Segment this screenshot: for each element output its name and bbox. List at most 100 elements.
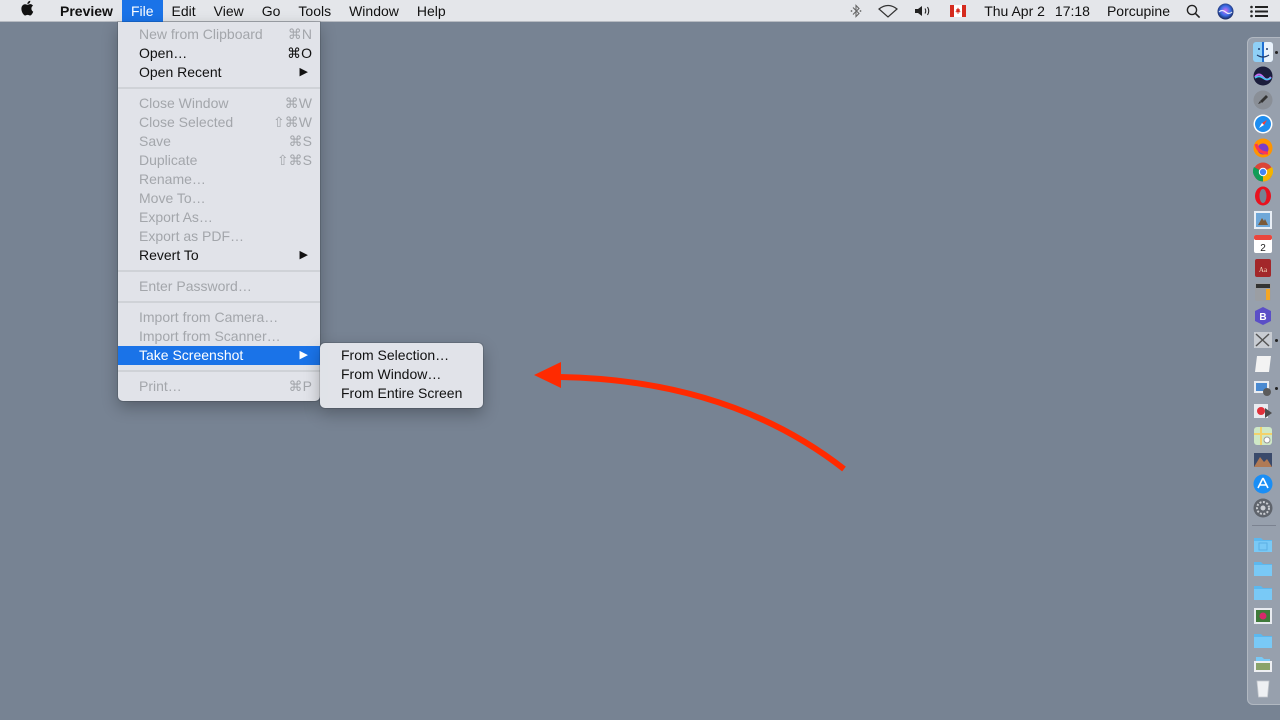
shortcut: ⌘W <box>284 95 312 111</box>
dock-photo-stack[interactable] <box>1253 606 1273 626</box>
menu-item-export-as[interactable]: Export As… <box>118 208 320 227</box>
notification-center-icon[interactable] <box>1242 0 1280 22</box>
menu-item-label: Export As… <box>139 209 213 225</box>
running-indicator <box>1275 51 1278 54</box>
shortcut: ⌘O <box>287 45 312 61</box>
menu-item-move-to[interactable]: Move To… <box>118 189 320 208</box>
dock-folder-generic[interactable] <box>1253 630 1273 650</box>
menu-item-take-screenshot[interactable]: Take Screenshot ▶ <box>118 346 320 365</box>
menu-item-new-from-clipboard[interactable]: New from Clipboard ⌘N <box>118 25 320 44</box>
menu-item-close-selected[interactable]: Close Selected ⇧⌘W <box>118 113 320 132</box>
preview-image-icon <box>1254 211 1272 229</box>
menu-item-label: Save <box>139 133 171 149</box>
submenu-arrow-icon: ▶ <box>299 249 308 261</box>
chrome-icon <box>1253 162 1273 182</box>
dock-safari[interactable] <box>1253 114 1273 134</box>
menu-item-label: Close Selected <box>139 114 234 130</box>
dock-folder-downloads[interactable] <box>1253 582 1273 602</box>
clock-date[interactable]: Thu Apr 2 <box>974 0 1050 22</box>
dock-opera[interactable] <box>1253 186 1273 206</box>
dock-separator <box>1252 525 1276 526</box>
menu-item-label: New from Clipboard <box>139 26 263 42</box>
dock-bbedit[interactable]: B <box>1253 306 1273 326</box>
submenu-arrow-icon: ▶ <box>299 349 308 361</box>
dock-maps[interactable] <box>1253 426 1273 446</box>
menu-item-import-from-scanner[interactable]: Import from Scanner… <box>118 327 320 346</box>
dock-calendar[interactable]: 2 <box>1253 234 1273 254</box>
dock-app-store[interactable] <box>1253 474 1273 494</box>
menu-item-open[interactable]: Open… ⌘O <box>118 44 320 63</box>
preview-icon <box>1254 381 1271 396</box>
running-indicator <box>1275 339 1278 342</box>
spotlight-search-icon[interactable] <box>1178 0 1209 22</box>
menu-item-label: Open… <box>139 45 188 61</box>
annotation-arrow-head <box>534 362 561 388</box>
app-store-icon <box>1253 474 1273 494</box>
menu-item-revert-to[interactable]: Revert To ▶ <box>118 246 320 265</box>
dock-preview[interactable] <box>1253 378 1278 398</box>
menu-item-print[interactable]: Print… ⌘P <box>118 377 320 396</box>
dock-screenshot-utility[interactable] <box>1253 330 1278 350</box>
app-menu-preview[interactable]: Preview <box>48 0 122 22</box>
menu-item-import-from-camera[interactable]: Import from Camera… <box>118 308 320 327</box>
menu-item-rename[interactable]: Rename… <box>118 170 320 189</box>
menu-view[interactable]: View <box>205 0 253 22</box>
menu-edit[interactable]: Edit <box>163 0 205 22</box>
finder-icon <box>1253 42 1273 62</box>
volume-icon[interactable] <box>906 0 942 22</box>
user-name[interactable]: Porcupine <box>1095 0 1178 22</box>
dock-textedit[interactable] <box>1253 354 1273 374</box>
dock-photos-library[interactable] <box>1253 450 1273 470</box>
menu-item-close-window[interactable]: Close Window ⌘W <box>118 94 320 113</box>
menu-item-label: Duplicate <box>139 152 198 168</box>
dock-calculator[interactable] <box>1253 282 1273 302</box>
dock-firefox[interactable] <box>1253 138 1273 158</box>
system-preferences-icon <box>1253 498 1273 518</box>
dock-folder-applications[interactable] <box>1253 534 1273 554</box>
safari-icon <box>1253 114 1273 134</box>
clock-time[interactable]: 17:18 <box>1050 0 1095 22</box>
shortcut: ⌘S <box>288 133 312 149</box>
trash-icon <box>1256 680 1270 698</box>
menu-item-open-recent[interactable]: Open Recent ▶ <box>118 63 320 82</box>
siri-icon <box>1253 66 1273 86</box>
dock-trash[interactable] <box>1253 678 1273 698</box>
submenu-arrow-icon: ▶ <box>299 66 308 78</box>
apple-menu[interactable] <box>0 0 48 22</box>
bluetooth-icon[interactable] <box>842 0 870 22</box>
dock-image-capture[interactable] <box>1253 402 1273 422</box>
menu-tools[interactable]: Tools <box>289 0 340 22</box>
menu-file[interactable]: File <box>121 0 163 22</box>
running-indicator <box>1275 387 1278 390</box>
submenu-item-from-entire-screen[interactable]: From Entire Screen <box>320 384 483 403</box>
dock-folder-pictures[interactable] <box>1253 654 1273 674</box>
dock-system-preferences[interactable] <box>1253 498 1273 518</box>
file-menu: New from Clipboard ⌘N Open… ⌘O Open Recent… <box>118 22 320 401</box>
folder-icon <box>1254 538 1272 552</box>
shortcut: ⇧⌘W <box>273 114 312 130</box>
menu-separator <box>118 82 320 94</box>
dock-chrome[interactable] <box>1253 162 1273 182</box>
siri-icon[interactable] <box>1209 0 1242 22</box>
menu-go[interactable]: Go <box>253 0 290 22</box>
submenu-item-from-selection[interactable]: From Selection… <box>320 346 483 365</box>
dock-dictionary[interactable]: Aa <box>1253 258 1273 278</box>
wifi-icon[interactable] <box>870 0 906 22</box>
menu-item-enter-password[interactable]: Enter Password… <box>118 277 320 296</box>
submenu-item-from-window[interactable]: From Window… <box>320 365 483 384</box>
screenshot-utility-icon <box>1254 332 1272 348</box>
canada-flag-input-icon[interactable] <box>942 0 974 22</box>
menu-item-duplicate[interactable]: Duplicate ⇧⌘S <box>118 151 320 170</box>
menu-separator <box>118 296 320 308</box>
menu-window[interactable]: Window <box>340 0 408 22</box>
menu-item-export-as-pdf[interactable]: Export as PDF… <box>118 227 320 246</box>
menu-item-label: Import from Scanner… <box>139 328 281 344</box>
dock-finder[interactable] <box>1253 42 1278 62</box>
menu-help[interactable]: Help <box>408 0 455 22</box>
dock-launchpad[interactable] <box>1253 90 1273 110</box>
dock-preview-photo[interactable] <box>1253 210 1273 230</box>
menu-item-save[interactable]: Save ⌘S <box>118 132 320 151</box>
dictionary-icon: Aa <box>1255 259 1271 277</box>
dock-siri[interactable] <box>1253 66 1273 86</box>
dock-folder-documents[interactable] <box>1253 558 1273 578</box>
